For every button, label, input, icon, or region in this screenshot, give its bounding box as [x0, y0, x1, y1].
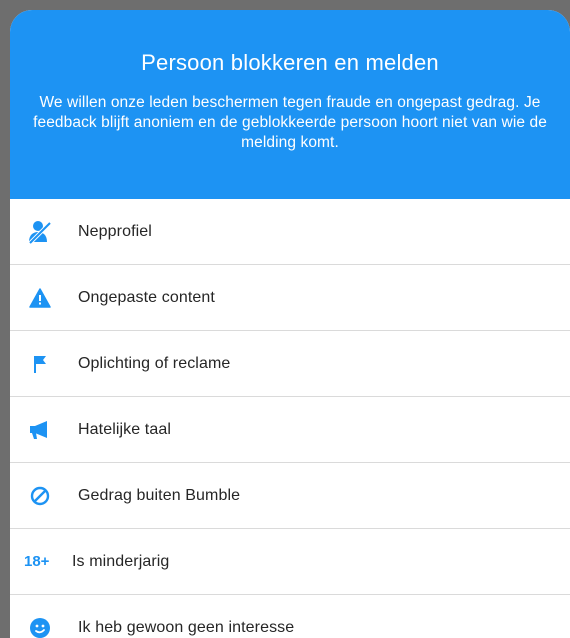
fake-profile-icon — [26, 218, 54, 246]
option-label: Gedrag buiten Bumble — [78, 486, 241, 504]
option-underage[interactable]: 18+ Is minderjarig — [10, 529, 570, 595]
option-fake-profile[interactable]: Nepprofiel — [10, 199, 570, 265]
dialog-header: Persoon blokkeren en melden We willen on… — [10, 10, 570, 199]
dialog-title: Persoon blokkeren en melden — [141, 50, 439, 75]
warning-icon — [26, 284, 54, 312]
dialog-description: We willen onze leden beschermen tegen fr… — [33, 94, 547, 151]
option-behavior-outside-bumble[interactable]: Gedrag buiten Bumble — [10, 463, 570, 529]
report-sheet: Persoon blokkeren en melden We willen on… — [10, 10, 570, 638]
option-scam-or-ads[interactable]: Oplichting of reclame — [10, 331, 570, 397]
age-18-plus-icon: 18+ — [24, 553, 50, 570]
emoji-face-icon — [26, 614, 54, 638]
prohibited-icon — [26, 482, 54, 510]
flag-icon — [26, 350, 54, 378]
option-label: Nepprofiel — [78, 222, 152, 240]
option-label: Oplichting of reclame — [78, 354, 231, 372]
report-options-list: Nepprofiel Ongepaste content Oplichting … — [10, 199, 570, 638]
option-label: Ongepaste content — [78, 288, 215, 306]
option-label: Is minderjarig — [72, 552, 170, 570]
option-hate-speech[interactable]: Hatelijke taal — [10, 397, 570, 463]
option-not-interested[interactable]: Ik heb gewoon geen interesse — [10, 595, 570, 638]
megaphone-icon — [26, 416, 54, 444]
option-inappropriate-content[interactable]: Ongepaste content — [10, 265, 570, 331]
option-label: Ik heb gewoon geen interesse — [78, 619, 295, 636]
option-label: Hatelijke taal — [78, 420, 172, 438]
